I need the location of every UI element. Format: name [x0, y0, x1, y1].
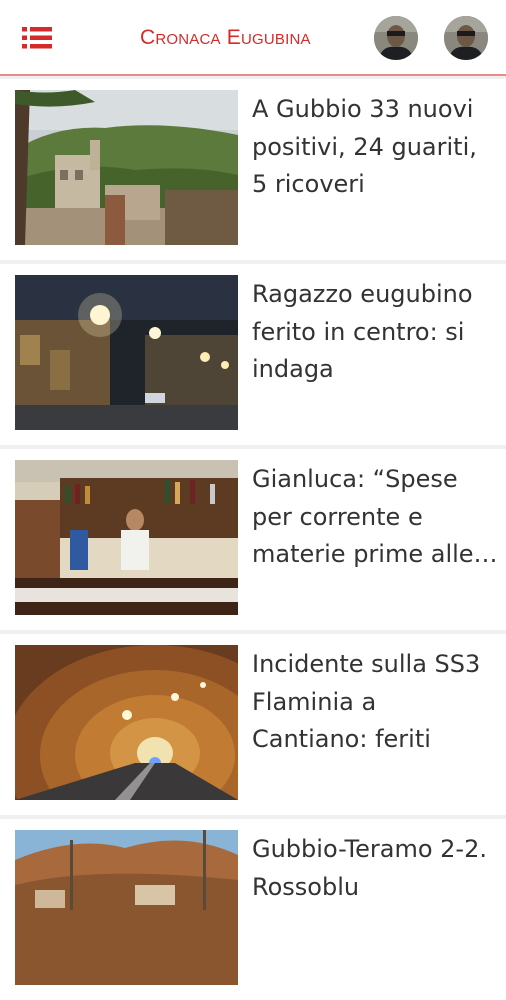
app-header: Cronaca Eugubina — [0, 0, 506, 76]
header-divider — [0, 74, 506, 76]
article-card[interactable]: A Gubbio 33 nuovi positivi, 24 guariti, … — [0, 79, 506, 260]
app-title: Cronaca Eugubina — [140, 26, 311, 49]
article-thumbnail[interactable] — [15, 90, 238, 245]
article-thumbnail[interactable] — [15, 645, 238, 800]
article-title[interactable]: Gubbio-Teramo 2-2. Rossoblu — [252, 831, 498, 906]
article-title[interactable]: A Gubbio 33 nuovi positivi, 24 guariti, … — [252, 91, 498, 204]
article-thumbnail[interactable] — [15, 460, 238, 615]
article-title[interactable]: Ragazzo eugubino ferito in centro: si in… — [252, 276, 498, 389]
article-thumbnail[interactable] — [15, 275, 238, 430]
profile-avatar[interactable] — [444, 16, 488, 60]
user-avatar[interactable] — [374, 16, 418, 60]
article-thumbnail[interactable] — [15, 830, 238, 985]
article-card[interactable]: Ragazzo eugubino ferito in centro: si in… — [0, 264, 506, 445]
article-card[interactable]: Gubbio-Teramo 2-2. Rossoblu — [0, 819, 506, 1000]
hamburger-menu-icon[interactable] — [20, 25, 54, 51]
article-card[interactable]: Incidente sulla SS3 Flaminia a Cantiano:… — [0, 634, 506, 815]
article-title[interactable]: Incidente sulla SS3 Flaminia a Cantiano:… — [252, 646, 498, 759]
article-title[interactable]: Gianluca: “Spese per corrente e materie … — [252, 461, 498, 574]
article-card[interactable]: Gianluca: “Spese per corrente e materie … — [0, 449, 506, 630]
